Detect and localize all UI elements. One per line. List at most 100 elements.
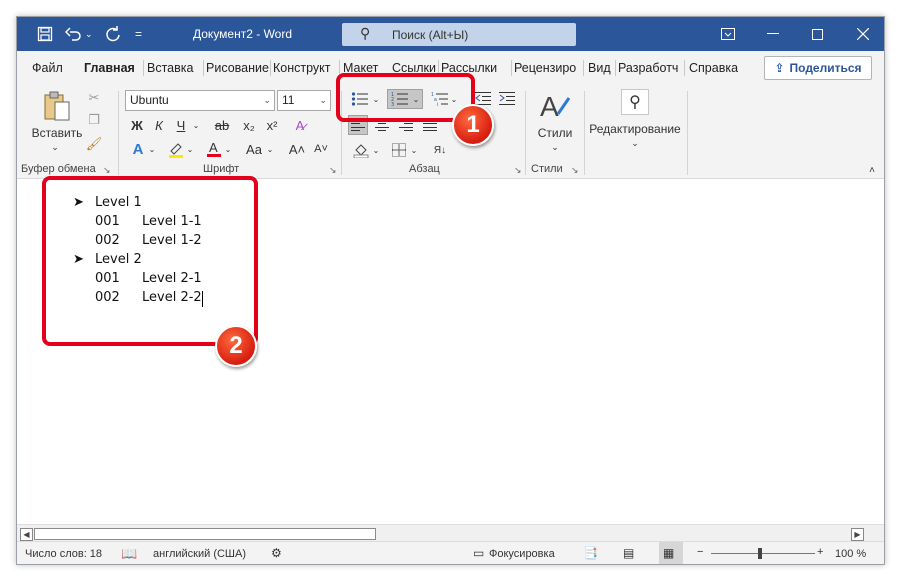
superscript-button[interactable]: x²	[262, 115, 282, 135]
tab-view[interactable]: Вид	[588, 61, 611, 75]
paragraph-group-label: Абзац	[409, 163, 440, 175]
strikethrough-button[interactable]: ab	[211, 115, 233, 135]
group-separator	[118, 91, 119, 175]
clipboard-launcher-icon[interactable]: ↘	[103, 165, 111, 176]
tab-help[interactable]: Справка	[689, 61, 738, 75]
search-box[interactable]: ⚲ Поиск (Alt+Ы)	[342, 23, 576, 46]
undo-icon[interactable]	[65, 24, 83, 44]
chevron-down-icon: ⌄	[319, 95, 327, 105]
tab-separator	[615, 60, 616, 76]
read-mode-icon[interactable]: 📑	[583, 546, 598, 560]
zoom-slider-track[interactable]	[711, 553, 815, 554]
grow-font-icon[interactable]: A˄	[287, 139, 307, 159]
borders-icon[interactable]	[389, 140, 409, 160]
tab-separator	[143, 60, 144, 76]
borders-dropdown-icon[interactable]: ⌄	[409, 140, 419, 160]
maximize-icon[interactable]	[795, 17, 840, 51]
group-separator	[584, 91, 585, 175]
zoom-out-icon[interactable]: −	[697, 546, 703, 558]
ribbon-display-icon[interactable]	[705, 17, 750, 51]
tab-review[interactable]: Рецензиро	[514, 61, 580, 75]
group-separator	[687, 91, 688, 175]
editing-label[interactable]: Редактирование	[587, 121, 683, 137]
shrink-font-icon[interactable]: A˅	[311, 139, 331, 159]
search-placeholder: Поиск (Alt+Ы)	[392, 28, 469, 42]
share-icon: ⇪	[774, 61, 785, 75]
zoom-in-icon[interactable]: +	[817, 546, 823, 558]
tab-developer[interactable]: Разработч	[618, 61, 682, 75]
scroll-thumb[interactable]	[34, 528, 376, 540]
paragraph-launcher-icon[interactable]: ↘	[514, 165, 522, 176]
change-case-dropdown-icon[interactable]: ⌄	[265, 139, 275, 159]
undo-dropdown-icon[interactable]: ⌄	[85, 24, 93, 44]
bold-button[interactable]: Ж	[127, 115, 147, 135]
customize-qat-icon[interactable]: =	[135, 24, 142, 44]
styles-dropdown-icon[interactable]: ⌄	[547, 141, 563, 153]
word-count[interactable]: Число слов: 18	[25, 548, 102, 560]
paste-icon[interactable]	[39, 89, 75, 123]
tab-home[interactable]: Главная	[84, 61, 135, 75]
shading-icon[interactable]	[351, 140, 371, 160]
save-icon[interactable]	[37, 24, 53, 44]
svg-text:A: A	[540, 91, 559, 122]
editing-dropdown-icon[interactable]: ⌄	[627, 137, 643, 149]
zoom-level[interactable]: 100 %	[835, 548, 866, 560]
styles-icon[interactable]: A	[535, 89, 575, 123]
paste-label[interactable]: Вставить	[29, 125, 85, 141]
tab-file[interactable]: Файл	[32, 61, 63, 75]
collapse-ribbon-icon[interactable]: ˄	[865, 163, 879, 177]
scroll-right-icon[interactable]: ▶	[851, 528, 864, 541]
highlight-dropdown-icon[interactable]: ⌄	[185, 139, 195, 159]
find-icon[interactable]: ⚲	[621, 89, 649, 115]
proofing-icon[interactable]: 📖	[121, 546, 137, 562]
tab-design[interactable]: Конструкт	[273, 61, 339, 75]
chevron-down-icon: ⌄	[263, 95, 271, 105]
web-layout-icon[interactable]: ▦	[663, 546, 674, 560]
font-launcher-icon[interactable]: ↘	[329, 165, 337, 176]
underline-button[interactable]: Ч	[171, 115, 191, 135]
text-effects-icon[interactable]: A	[127, 139, 149, 159]
text-effects-dropdown-icon[interactable]: ⌄	[147, 139, 157, 159]
minimize-icon[interactable]	[750, 17, 795, 51]
tab-separator	[270, 60, 271, 76]
paste-dropdown-icon[interactable]: ⌄	[47, 141, 63, 153]
font-name-combo[interactable]: Ubuntu ⌄	[125, 90, 275, 111]
format-painter-icon[interactable]: 🖌	[85, 135, 103, 153]
highlight-icon[interactable]	[165, 139, 187, 159]
font-size-value: 11	[282, 93, 295, 107]
horizontal-scrollbar[interactable]: ◀ ▶	[17, 524, 884, 541]
styles-launcher-icon[interactable]: ↘	[571, 165, 579, 176]
font-color-icon[interactable]: A	[203, 139, 225, 159]
font-size-combo[interactable]: 11 ⌄	[277, 90, 331, 111]
search-icon: ⚲	[360, 25, 371, 41]
print-layout-icon[interactable]: ▤	[623, 546, 634, 560]
close-icon[interactable]	[840, 17, 884, 51]
increase-indent-icon[interactable]	[497, 90, 517, 108]
subscript-button[interactable]: x₂	[239, 115, 259, 135]
styles-label[interactable]: Стили	[529, 125, 581, 141]
scroll-left-icon[interactable]: ◀	[20, 528, 33, 541]
accessibility-icon[interactable]: ⚙	[271, 546, 282, 560]
cut-icon[interactable]: ✂	[85, 89, 103, 107]
zoom-slider-thumb[interactable]	[758, 548, 762, 559]
copy-icon[interactable]: ❐	[85, 111, 103, 129]
language-indicator[interactable]: английский (США)	[153, 548, 246, 560]
callout-badge-1: 1	[452, 104, 494, 146]
focus-icon[interactable]: ▭	[473, 546, 484, 560]
tab-separator	[684, 60, 685, 76]
share-button[interactable]: ⇪ Поделиться	[764, 56, 872, 80]
tab-insert[interactable]: Вставка	[147, 61, 203, 75]
redo-icon[interactable]	[105, 24, 121, 44]
tab-draw[interactable]: Рисование	[206, 61, 270, 75]
underline-dropdown-icon[interactable]: ⌄	[191, 115, 201, 135]
sort-icon[interactable]: Я↓	[427, 140, 453, 160]
font-color-dropdown-icon[interactable]: ⌄	[223, 139, 233, 159]
shading-dropdown-icon[interactable]: ⌄	[371, 140, 381, 160]
clear-formatting-icon[interactable]: A̷	[290, 115, 310, 135]
font-group-label: Шрифт	[203, 163, 240, 175]
change-case-button[interactable]: Aa	[241, 139, 267, 159]
focus-mode-button[interactable]: Фокусировка	[489, 548, 555, 560]
document-title: Документ2 - Word	[193, 27, 293, 41]
status-bar: Число слов: 18 📖 английский (США) ⚙ ▭ Фо…	[17, 541, 884, 564]
italic-button[interactable]: К	[149, 115, 169, 135]
